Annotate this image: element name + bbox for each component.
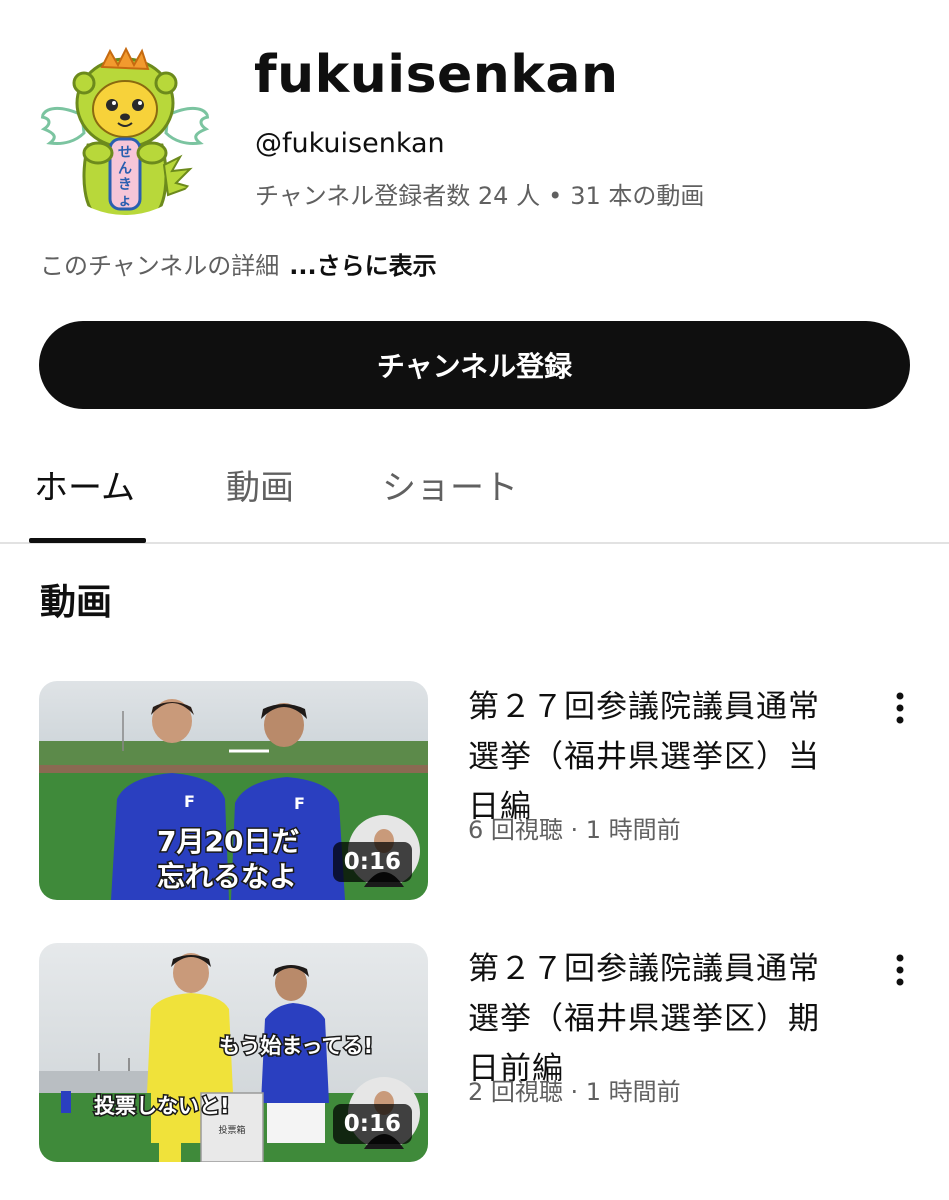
description-text: このチャンネルの詳細: [40, 252, 280, 280]
video-thumbnail[interactable]: 投票箱 もう始まってる! 投票しないと! 0:16: [39, 943, 428, 1162]
video-duration-badge: 0:16: [332, 1104, 412, 1144]
thumbnail-caption-line1: もう始まってる!: [219, 1034, 373, 1058]
channel-tabs: ホーム 動画 ショート: [0, 440, 949, 544]
svg-text:F: F: [294, 794, 305, 813]
subscribe-button[interactable]: チャンネル登録: [39, 321, 910, 409]
video-list-item[interactable]: 投票箱 もう始まってる! 投票しないと! 0:16 第２７回参議院議員通常選挙（…: [0, 942, 949, 1172]
thumbnail-caption-line1: 7月20日だ: [157, 825, 299, 858]
video-list-item[interactable]: F F 7月20日だ 忘れるなよ 0:16 第２７回参議院議員通常選挙（福井県選…: [0, 680, 949, 910]
more-options-button[interactable]: [884, 684, 916, 732]
subscriber-count: チャンネル登録者数 24 人: [255, 182, 541, 210]
svg-text:ん: ん: [118, 161, 132, 177]
section-title-videos: 動画: [40, 582, 113, 623]
svg-text:ょ: ょ: [118, 193, 132, 209]
tab-home[interactable]: ホーム: [34, 460, 135, 516]
meta-separator: •: [548, 182, 563, 210]
active-tab-indicator: [29, 538, 146, 543]
ballot-box-label: 投票箱: [218, 1124, 245, 1136]
mascot-senkyo-image: せ ん き ょ: [40, 46, 210, 215]
channel-name: fukuisenkan: [254, 45, 619, 105]
channel-handle: @fukuisenkan: [255, 128, 445, 159]
channel-avatar[interactable]: せ ん き ょ: [40, 45, 210, 215]
thumbnail-caption-line2: 投票しないと!: [94, 1094, 230, 1118]
svg-text:き: き: [118, 177, 132, 193]
channel-stats: チャンネル登録者数 24 人 • 31 本の動画: [255, 176, 704, 216]
more-vertical-icon: [896, 954, 904, 986]
svg-text:F: F: [184, 792, 195, 811]
thumbnail-caption-line2: 忘れるなよ: [157, 860, 297, 893]
show-more-link[interactable]: ...さらに表示: [289, 252, 436, 280]
tab-shorts[interactable]: ショート: [382, 460, 518, 516]
svg-text:せ: せ: [118, 145, 132, 161]
video-meta: 2 回視聴 · 1 時間前: [468, 1078, 681, 1106]
channel-description[interactable]: このチャンネルの詳細 ...さらに表示: [40, 246, 437, 286]
tab-videos[interactable]: 動画: [226, 460, 294, 516]
video-meta: 6 回視聴 · 1 時間前: [468, 816, 681, 844]
video-thumbnail[interactable]: F F 7月20日だ 忘れるなよ 0:16: [39, 681, 428, 900]
more-vertical-icon: [896, 692, 904, 724]
video-duration-badge: 0:16: [332, 842, 412, 882]
video-count: 31 本の動画: [570, 182, 705, 210]
more-options-button[interactable]: [884, 946, 916, 994]
